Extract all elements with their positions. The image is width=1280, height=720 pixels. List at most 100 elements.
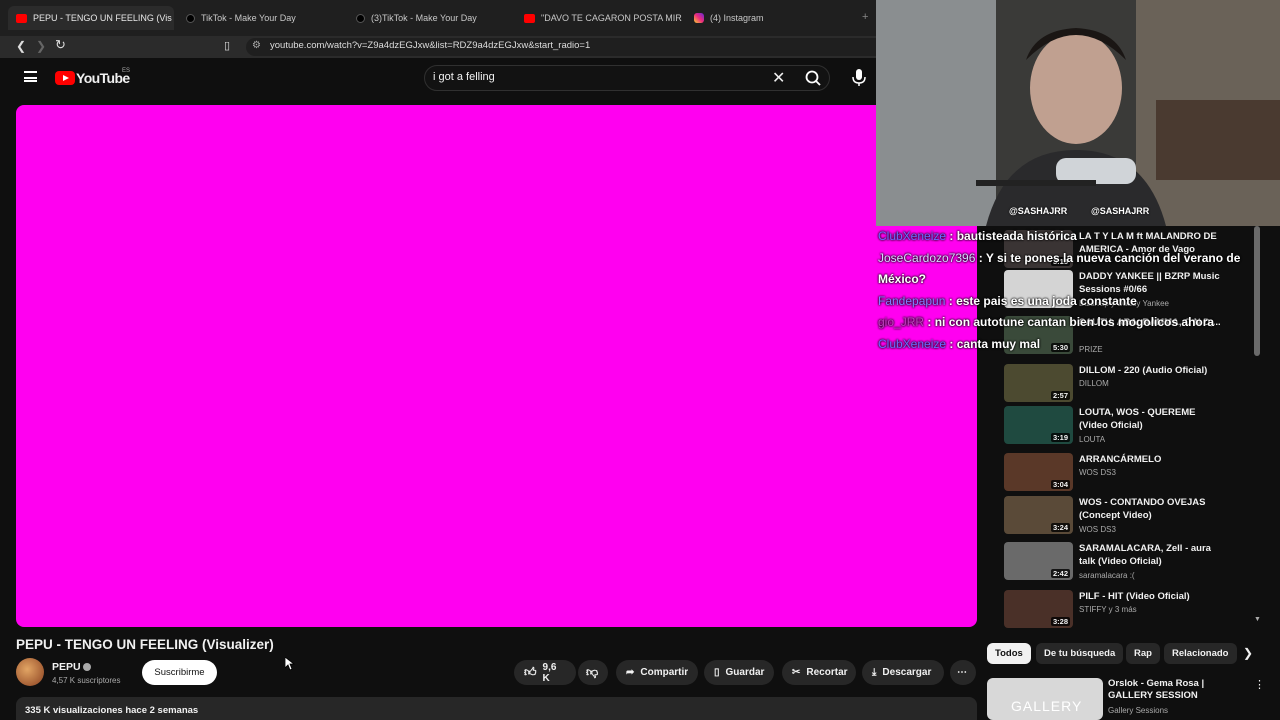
view-count: 335 K visualizaciones hace 2 semanas [25,705,199,716]
forward-icon[interactable]: ❯ [36,39,46,53]
recommendation-title[interactable]: SARAMALACARA, Zell - aura talk (Video Of… [1079,542,1224,568]
clip-button[interactable]: ✂ Recortar [782,660,856,685]
recommendation-item[interactable]: 3:28 PILF - HIT (Video Oficial) STIFFY y 3… [1004,590,1260,636]
scroll-down-icon[interactable]: ▼ [1254,616,1261,623]
search-input[interactable]: i got a felling [433,71,495,83]
chat-separator: : [945,293,957,308]
recommendation-thumbnail[interactable]: 3:04 [1004,453,1073,491]
browser-tab[interactable]: (4) Instagram [686,6,852,30]
youtube-icon [524,13,535,23]
recommendation-thumbnail[interactable]: 2:57 [1004,364,1073,402]
download-icon: ⤓ [872,667,877,678]
site-info-icon[interactable]: ⚙ [252,40,261,51]
recommendation-channel[interactable]: Gallery Sessions [1108,706,1168,715]
chat-username[interactable]: Fandepapun [878,294,945,308]
recommendation-title[interactable]: Orslok - Gema Rosa | GALLERY SESSION [1108,678,1248,702]
clear-search-icon[interactable]: ✕ [772,68,785,88]
recommendation-title[interactable]: ARRANCÁRMELO [1079,453,1224,466]
share-label: Compartir [640,667,689,678]
chat-separator: : [924,315,935,329]
recommendation-channel[interactable]: STIFFY y 3 más [1079,605,1137,614]
browser-tab[interactable]: (3)TikTok - Make Your Day [348,6,514,30]
webcam-handle: @SASHAJRR [1009,206,1068,216]
channel-name[interactable]: PEPU [52,661,81,673]
download-button[interactable]: ⤓ Descargar [862,660,944,685]
save-button[interactable]: ▯ Guardar [704,660,774,685]
clip-label: Recortar [806,667,848,678]
recommendation-item[interactable]: 3:24 WOS - CONTANDO OVEJAS (Concept Video… [1004,496,1260,542]
chat-message: ClubXeneize : canta muy mal [878,334,1258,356]
country-code: ES [122,68,131,74]
recommendation-channel[interactable]: WOS DS3 [1079,468,1116,477]
browser-tab[interactable]: "DAVO TE CAGARON POSTA MIRA" [516,6,682,30]
scissors-icon: ✂ [792,667,801,678]
subscriber-count: 4,57 K suscriptores [52,676,121,685]
recommendation-thumbnail[interactable]: 2:42 [1004,542,1073,580]
like-count: 9,6 K [542,661,557,684]
tiktok-icon [186,13,195,23]
chat-text: canta muy mal [956,336,1041,351]
save-label: Guardar [725,667,765,678]
more-icon: ⋯ [957,667,967,678]
chat-text: ni con autotune cantan bien los mogolico… [934,315,1215,329]
recommendation-item[interactable]: 2:57 DILLOM - 220 (Audio Oficial) DILLOM [1004,364,1260,410]
more-vert-icon[interactable]: ⋮ [1254,678,1265,691]
video-player[interactable] [16,105,977,627]
streamer-photo [876,0,1280,226]
recommendation-item[interactable]: 3:04 ARRANCÁRMELO WOS DS3 [1004,453,1260,499]
search-icon[interactable] [797,65,831,91]
browser-tab[interactable]: TikTok - Make Your Day [178,6,344,30]
tab-label: TikTok - Make Your Day [201,13,296,23]
browser-tab-bar: PEPU - TENGO UN FEELING (Vis ✕ TikTok - … [0,0,876,36]
recommendation-thumbnail[interactable]: 3:28 [1004,590,1073,628]
microphone-icon[interactable] [850,66,868,88]
tab-label: "DAVO TE CAGARON POSTA MIRA" [541,13,682,23]
recommendation-channel[interactable]: WOS DS3 [1079,525,1116,534]
subscribe-button[interactable]: Suscribirme [142,660,217,685]
share-icon: ➦ [626,667,635,678]
recommendation-thumbnail[interactable]: 3:19 [1004,406,1073,444]
share-button[interactable]: ➦ Compartir [616,660,698,685]
chat-separator: : [946,336,957,351]
more-actions-button[interactable]: ⋯ [950,660,976,685]
recommendation-title[interactable]: WOS - CONTANDO OVEJAS (Concept Video) [1079,496,1224,522]
chat-separator: : [975,250,986,265]
back-icon[interactable]: ❮ [16,39,26,53]
chip-rap[interactable]: Rap [1126,643,1160,664]
chat-username[interactable]: ClubXeneize [878,337,946,351]
dislike-button[interactable]: 👎︎ [578,660,608,685]
webcam-overlay: @SASHAJRR @SASHAJRR [876,0,1280,226]
recommendation-channel[interactable]: saramalacara :( [1079,571,1135,580]
recommendation-title[interactable]: LOUTA, WOS - QUEREME (Video Oficial) [1079,406,1224,432]
chat-text: este pais es una joda constante [956,293,1137,308]
channel-avatar[interactable] [16,658,44,686]
chip-all[interactable]: Todos [987,643,1031,664]
chat-message: ClubXeneize : bautisteada histórica [878,226,1258,248]
chevron-right-icon[interactable]: ❯ [1243,646,1253,660]
bookmark-icon: ▯ [714,667,720,678]
recommendation-title[interactable]: PILF - HIT (Video Oficial) [1079,590,1224,603]
new-tab-icon[interactable]: + [862,11,868,23]
recommendation-thumbnail[interactable]: 3:24 [1004,496,1073,534]
browser-tab[interactable]: PEPU - TENGO UN FEELING (Vis ✕ [8,6,174,30]
chat-username[interactable]: ClubXeneize [878,229,946,243]
chat-username[interactable]: JoseCardozo7396 [878,251,975,265]
chat-separator: : [946,229,957,243]
reload-icon[interactable]: ↻ [55,37,66,53]
chip-from-search[interactable]: De tu búsqueda [1036,643,1124,664]
recommendation-channel[interactable]: DILLOM [1079,379,1109,388]
recommendation-title[interactable]: DILLOM - 220 (Audio Oficial) [1079,364,1224,377]
bookmark-icon[interactable]: ▯ [224,39,230,52]
recommendation-channel[interactable]: LOUTA [1079,435,1105,444]
duration-badge: 3:24 [1050,523,1070,532]
menu-icon[interactable] [24,71,37,82]
chat-username[interactable]: gio_JRR [878,315,924,329]
duration-badge: 3:04 [1050,480,1070,489]
recommendation-item[interactable]: 3:19 LOUTA, WOS - QUEREME (Video Oficial)… [1004,406,1260,452]
like-button[interactable]: 👍︎ 9,6 K [514,660,576,685]
recommendation-thumbnail[interactable]: GALLERY [987,678,1103,720]
chip-related[interactable]: Relacionado [1164,643,1237,664]
youtube-logo-icon[interactable] [55,71,75,85]
duration-badge: 3:28 [1050,617,1070,626]
recommendation-item[interactable]: 2:42 SARAMALACARA, Zell - aura talk (Vide… [1004,542,1260,588]
